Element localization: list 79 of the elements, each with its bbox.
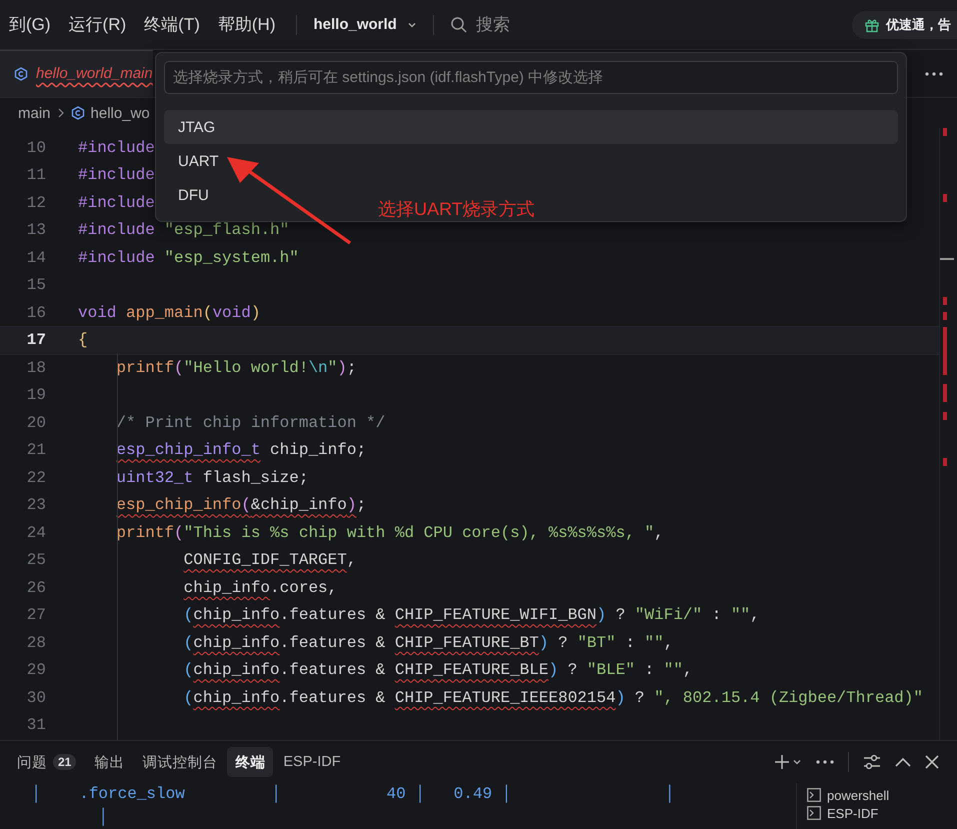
code-line: printf("This is %s chip with %d CPU core(s), %s%s%s%s, ",: [116, 524, 664, 542]
promo-button[interactable]: 优速通，告: [852, 10, 957, 38]
code-line: (chip_info.features & CHIP_FEATURE_IEEE802154) ? ", 802.15.4 (Zigbee/Thread)": [184, 688, 923, 707]
line-number: 14: [26, 248, 46, 267]
code-line: {: [78, 331, 88, 350]
line-number: 26: [26, 578, 46, 597]
line-number: 13: [26, 221, 46, 240]
line-number: 23: [26, 496, 46, 514]
c-file-icon: [14, 66, 28, 80]
terminal-line: │: [97, 806, 108, 828]
code-line: CONFIG_IDF_TARGET,: [184, 551, 356, 570]
panel-tab[interactable]: 问题 21: [9, 747, 84, 777]
chevron-right-icon: [56, 108, 65, 118]
code-line: chip_info.cores,: [184, 578, 338, 597]
menu-item[interactable]: 运行(R): [60, 13, 136, 36]
line-number: 31: [26, 716, 46, 734]
terminal-line: │ .force_slow │ 40 │ 0.49 │ │: [30, 784, 675, 805]
sliders-icon[interactable]: [863, 754, 881, 770]
code-line: #include "esp_flash.h": [78, 221, 290, 240]
flash-method-input[interactable]: 选择烧录方式，稍后可在 settings.json (idf.flashType) 中修改选择: [164, 61, 898, 94]
code-line: #include: [78, 194, 155, 212]
search-field[interactable]: 搜索: [446, 13, 514, 36]
line-number: 17: [26, 331, 46, 350]
terminal-icon: [807, 806, 821, 820]
line-number: 28: [26, 634, 46, 652]
chevron-up-icon[interactable]: [895, 757, 911, 767]
panel-tab[interactable]: ESP-IDF: [275, 747, 349, 777]
menu-item[interactable]: 终端(T): [135, 13, 209, 36]
code-line: uint32_t flash_size;: [116, 468, 308, 487]
terminal-item[interactable]: ESP-IDF: [807, 805, 957, 821]
line-number: 12: [26, 194, 46, 212]
code-line: #include "esp_system.h": [78, 248, 299, 267]
breadcrumb-item[interactable]: main: [18, 104, 51, 122]
breadcrumb-item[interactable]: hello_wo: [90, 104, 150, 122]
code-line: esp_chip_info_t chip_info;: [116, 441, 366, 460]
close-icon[interactable]: [925, 755, 939, 769]
line-number: 20: [26, 414, 46, 432]
code-line: printf("Hello world!\n");: [116, 358, 356, 377]
code-line: esp_chip_info(&chip_info);: [116, 496, 366, 514]
editor-tab[interactable]: hello_world_main: [0, 50, 153, 97]
option-item[interactable]: DFU: [164, 178, 223, 212]
project-selector[interactable]: hello_world: [309, 16, 421, 33]
code-line: /* Print chip information */: [116, 414, 386, 432]
line-number: 19: [26, 386, 46, 404]
line-number: 27: [26, 606, 46, 624]
panel-tab[interactable]: 调试控制台: [134, 747, 226, 777]
line-number: 30: [26, 688, 46, 707]
code-line: #include: [78, 166, 155, 184]
caret-icon[interactable]: [792, 757, 802, 767]
c-file-icon: [70, 106, 85, 120]
line-number: 10: [26, 138, 46, 157]
line-number: 18: [26, 358, 46, 377]
code-line: (chip_info.features & CHIP_FEATURE_BLE) ? "BLE" : "",: [184, 661, 693, 680]
code-line: #include: [78, 138, 155, 157]
panel-tab[interactable]: 终端: [227, 747, 274, 777]
line-number: 16: [26, 304, 46, 322]
count-badge: 21: [53, 754, 76, 770]
terminal-item[interactable]: powershell: [807, 787, 957, 803]
line-number: 29: [26, 661, 46, 680]
code-line: (chip_info.features & CHIP_FEATURE_BT) ? "BT" : "",: [184, 634, 674, 652]
annotation-text: 选择UART烧录方式: [378, 198, 535, 221]
menu-item[interactable]: 帮助(H): [208, 13, 284, 36]
line-number: 15: [26, 276, 46, 294]
line-number: 21: [26, 441, 46, 460]
line-number: 24: [26, 524, 46, 542]
more-icon[interactable]: [925, 72, 943, 76]
line-number: 11: [26, 166, 46, 184]
option-item[interactable]: JTAG: [164, 110, 898, 144]
code-line: void app_main(void): [78, 304, 260, 322]
code-line: (chip_info.features & CHIP_FEATURE_WIFI_BGN) ? "WiFi/" : "",: [184, 606, 760, 624]
line-number: 25: [26, 551, 46, 570]
terminal-icon: [807, 788, 821, 802]
option-item[interactable]: UART: [164, 144, 233, 178]
line-number: 22: [26, 468, 46, 487]
menu-item[interactable]: 到(G): [0, 13, 60, 36]
panel-tab[interactable]: 输出: [86, 747, 132, 777]
plus-icon[interactable]: [774, 754, 790, 770]
more-icon[interactable]: [816, 760, 834, 764]
search-icon: [450, 16, 468, 34]
